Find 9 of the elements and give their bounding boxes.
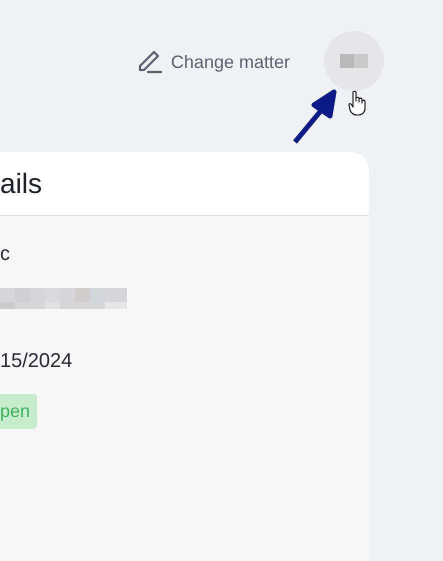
- field-value: c: [0, 244, 10, 264]
- card-title: ails: [0, 152, 369, 216]
- change-matter-button[interactable]: Change matter: [136, 31, 290, 75]
- status-badge: pen: [0, 394, 38, 429]
- arrow-annotation: [292, 89, 338, 145]
- hand-cursor-icon: [348, 90, 366, 116]
- field-value: 15/2024: [0, 351, 72, 371]
- redacted-avatar-drawing: [340, 54, 368, 68]
- pencil-icon: [136, 49, 163, 75]
